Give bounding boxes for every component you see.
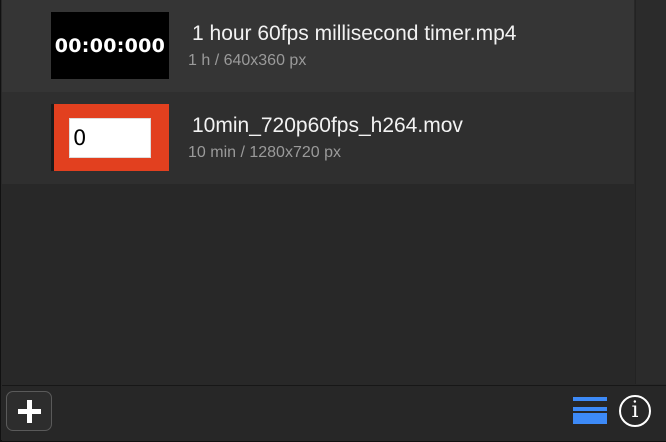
video-thumbnail: 0 (51, 104, 169, 171)
info-button[interactable]: i (619, 395, 651, 427)
list-view-icon (573, 397, 607, 401)
bottom-toolbar: i (2, 385, 666, 441)
thumbnail-counter: 0 (69, 118, 151, 158)
list-item[interactable]: 00:00:000 1 hour 60fps millisecond timer… (2, 0, 634, 92)
item-title: 1 hour 60fps millisecond timer.mp4 (192, 22, 517, 45)
info-icon: i (631, 398, 639, 423)
media-list: 00:00:000 1 hour 60fps millisecond timer… (2, 0, 634, 384)
list-view-button[interactable] (573, 397, 607, 425)
add-media-button[interactable] (6, 391, 52, 431)
scrollbar-track[interactable] (635, 0, 666, 384)
item-subtitle: 1 h / 640x360 px (188, 52, 307, 69)
item-title: 10min_720p60fps_h264.mov (192, 114, 463, 137)
item-subtitle: 10 min / 1280x720 px (188, 144, 341, 161)
video-thumbnail: 00:00:000 (51, 12, 169, 79)
list-item[interactable]: 0 10min_720p60fps_h264.mov 10 min / 1280… (2, 92, 634, 184)
media-window: 00:00:000 1 hour 60fps millisecond timer… (0, 0, 666, 442)
